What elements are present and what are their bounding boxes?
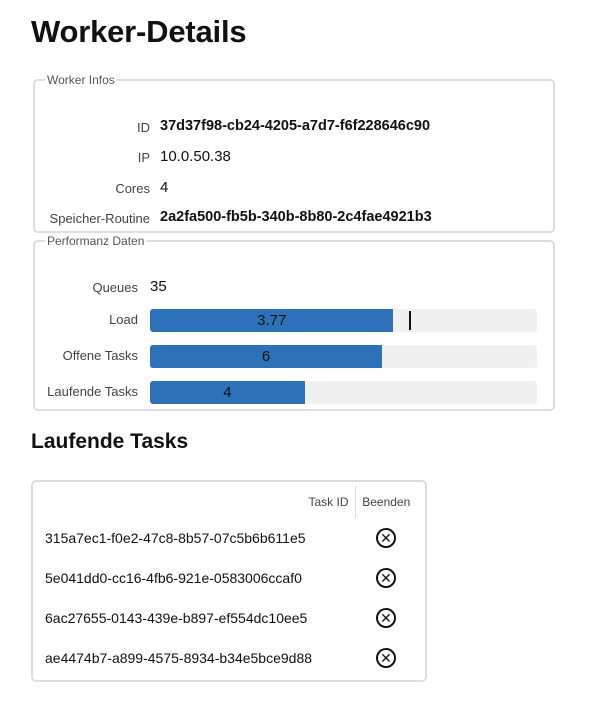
- open-tasks-progress-bar: 6: [150, 345, 537, 368]
- queues-value: 35: [150, 278, 167, 295]
- running-tasks-label: Laufende Tasks: [47, 384, 138, 399]
- worker-storage-value: 2a2fa500-fb5b-340b-8b80-2c4fae4921b3: [160, 209, 432, 225]
- worker-info-panel: Worker Infos ID 37d37f98-cb24-4205-a7d7-…: [33, 73, 555, 233]
- close-circle-icon[interactable]: ✕: [376, 648, 396, 668]
- worker-storage-label: Speicher-Routine: [49, 211, 150, 226]
- open-tasks-row: Offene Tasks 6: [35, 345, 553, 368]
- table-row: 6ac27655-0143-439e-b897-ef554dc10ee5 ✕: [41, 598, 417, 638]
- running-tasks-heading: Laufende Tasks: [31, 430, 189, 453]
- running-tasks-row: Laufende Tasks 4: [35, 381, 553, 404]
- page-title: Worker-Details: [31, 14, 247, 49]
- running-tasks-bar-value: 4: [223, 384, 232, 401]
- worker-cores-label: Cores: [115, 181, 150, 196]
- queues-label: Queues: [92, 280, 138, 295]
- worker-ip-value: 10.0.50.38: [160, 148, 231, 165]
- worker-storage-row: Speicher-Routine 2a2fa500-fb5b-340b-8b80…: [35, 208, 553, 230]
- worker-ip-row: IP 10.0.50.38: [35, 147, 553, 169]
- open-tasks-label: Offene Tasks: [62, 348, 138, 363]
- running-tasks-progress-bar: 4: [150, 381, 537, 404]
- worker-id-value: 37d37f98-cb24-4205-a7d7-f6f228646c90: [160, 118, 431, 134]
- task-id-cell: 5e041dd0-cc16-4fb6-921e-0583006ccaf0: [45, 570, 302, 586]
- task-id-cell: 6ac27655-0143-439e-b897-ef554dc10ee5: [45, 610, 308, 626]
- close-circle-icon[interactable]: ✕: [376, 608, 396, 628]
- performance-legend: Performanz Daten: [47, 234, 145, 248]
- worker-id-row: ID 37d37f98-cb24-4205-a7d7-f6f228646c90: [35, 117, 553, 139]
- load-threshold-marker: [409, 311, 412, 330]
- load-label: Load: [109, 312, 138, 327]
- open-tasks-bar-value: 6: [261, 348, 271, 365]
- worker-info-legend: Worker Infos: [47, 73, 115, 87]
- worker-id-label: ID: [137, 120, 150, 135]
- running-tasks-panel: Task ID Beenden 315a7ec1-f0e2-47c8-8b57-…: [31, 480, 427, 682]
- table-row: ae4474b7-a899-4575-8934-b34e5bce9d88 ✕: [41, 638, 417, 678]
- running-tasks-table: Task ID Beenden 315a7ec1-f0e2-47c8-8b57-…: [41, 486, 417, 678]
- load-progress-bar: 3.77: [150, 309, 537, 332]
- worker-cores-row: Cores 4: [35, 178, 553, 200]
- close-circle-icon[interactable]: ✕: [376, 568, 396, 588]
- performance-panel: Performanz Daten Queues 35 Load 3.77 Off…: [33, 234, 555, 411]
- task-id-cell: ae4474b7-a899-4575-8934-b34e5bce9d88: [45, 650, 313, 666]
- queues-row: Queues 35: [35, 277, 553, 299]
- table-row: 315a7ec1-f0e2-47c8-8b57-07c5b6b611e5 ✕: [41, 518, 417, 558]
- table-row: 5e041dd0-cc16-4fb6-921e-0583006ccaf0 ✕: [41, 558, 417, 598]
- end-header: Beenden: [362, 495, 411, 509]
- table-header-row: Task ID Beenden: [41, 486, 417, 518]
- worker-cores-value: 4: [160, 179, 169, 196]
- task-id-cell: 315a7ec1-f0e2-47c8-8b57-07c5b6b611e5: [45, 530, 306, 546]
- task-id-header[interactable]: Task ID: [41, 486, 356, 518]
- load-bar-value: 3.77: [257, 312, 287, 329]
- load-row: Load 3.77: [35, 309, 553, 332]
- close-circle-icon[interactable]: ✕: [376, 528, 396, 548]
- worker-ip-label: IP: [137, 150, 150, 165]
